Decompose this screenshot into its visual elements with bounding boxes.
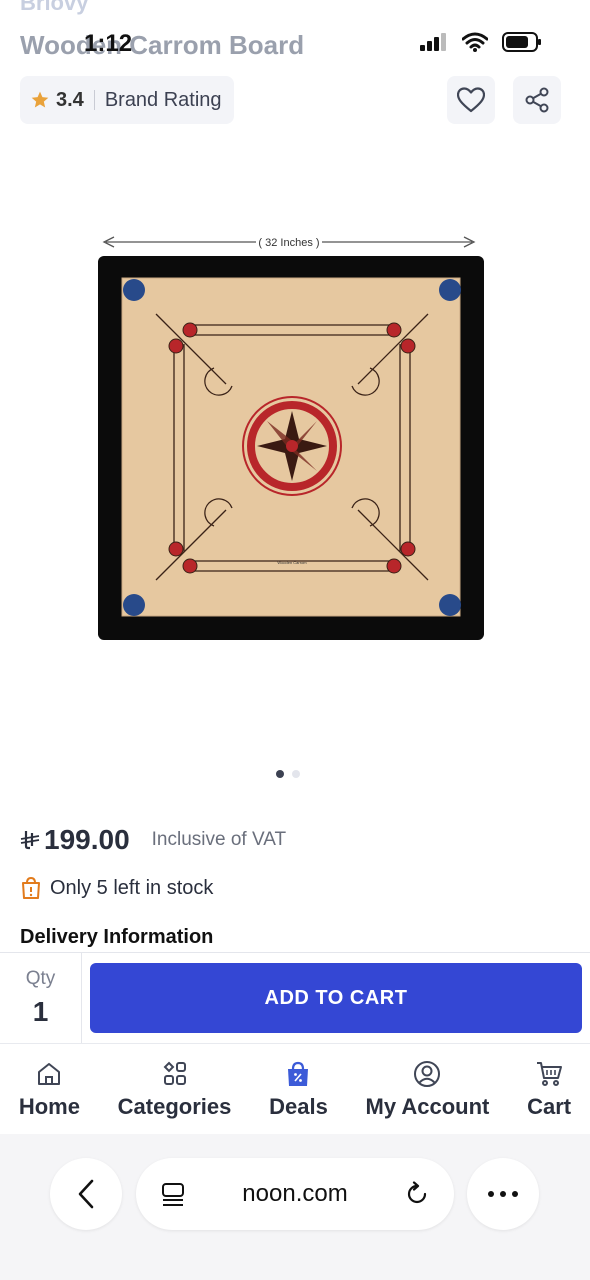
stock-text: Only 5 left in stock [50, 876, 214, 899]
nav-categories[interactable]: Categories [117, 1060, 232, 1120]
nav-home-label: Home [18, 1094, 80, 1119]
tabs-icon [162, 1183, 184, 1206]
more-icon [488, 1191, 518, 1197]
deals-icon [288, 1061, 309, 1086]
board-imprint: Wooden Carrom [277, 560, 307, 565]
rating-label: Brand Rating [104, 88, 222, 111]
brand-name[interactable]: Briovy [20, 0, 88, 16]
nav-categories-label: Categories [117, 1094, 232, 1119]
share-icon [525, 87, 549, 113]
star-icon [31, 91, 49, 108]
browser-toolbar: noon.com [0, 1134, 590, 1280]
reload-icon[interactable] [404, 1181, 430, 1207]
purchase-bar: Qty 1 ADD TO CART [0, 952, 590, 1043]
heart-icon [457, 87, 485, 113]
carousel-dot[interactable] [292, 770, 300, 778]
price-amount: 199.00 [44, 824, 130, 855]
price-row: 199.00 Inclusive of VAT [20, 824, 286, 856]
center-circle [242, 396, 342, 496]
nav-home[interactable]: Home [19, 1060, 80, 1120]
product-image[interactable]: ( 32 Inches ) Wooden Carrom [96, 228, 488, 644]
browser-more-button[interactable] [467, 1158, 539, 1230]
brand-rating-chip[interactable]: 3.4 Brand Rating [20, 76, 234, 124]
image-carousel-dots [276, 770, 300, 778]
battery-icon [502, 32, 541, 52]
back-icon [78, 1179, 94, 1209]
add-to-cart-button[interactable]: ADD TO CART [90, 963, 582, 1033]
delivery-heading: Delivery Information [20, 926, 214, 948]
signal-icon [420, 33, 446, 51]
nav-account[interactable]: My Account [365, 1060, 490, 1120]
dimension-arrow: ( 32 Inches ) [102, 236, 476, 249]
browser-back-button[interactable] [50, 1158, 122, 1230]
wishlist-button[interactable] [447, 76, 495, 124]
address-bar[interactable]: noon.com [136, 1158, 454, 1230]
rating-value: 3.4 [56, 88, 84, 111]
nav-deals[interactable]: Deals [269, 1060, 328, 1120]
vat-note: Inclusive of VAT [151, 829, 287, 850]
qty-label: Qty [25, 968, 56, 989]
qty-value: 1 [32, 996, 49, 1027]
status-time: 1:12 [84, 30, 133, 57]
stock-notice: Only 5 left in stock [20, 876, 213, 900]
cart-icon [537, 1062, 563, 1086]
shopping-bag-icon [22, 876, 40, 899]
rating-divider [93, 90, 95, 110]
product-title: Wooden Carrom Board [20, 30, 305, 60]
nav-cart[interactable]: Cart [527, 1060, 571, 1120]
nav-account-label: My Account [365, 1094, 490, 1119]
quantity-selector[interactable]: Qty 1 [0, 953, 82, 1043]
account-icon [414, 1061, 441, 1087]
bottom-nav: Home Categories Deals My Account Cart [0, 1043, 590, 1133]
categories-icon [163, 1061, 186, 1085]
currency-icon [20, 831, 40, 850]
carousel-dot[interactable] [276, 770, 284, 778]
status-icons [420, 32, 542, 52]
home-icon [38, 1063, 61, 1085]
wifi-icon [462, 32, 488, 52]
nav-deals-label: Deals [269, 1094, 328, 1119]
nav-cart-label: Cart [527, 1094, 572, 1119]
url-text: noon.com [242, 1180, 348, 1207]
dimension-label: ( 32 Inches ) [258, 237, 319, 249]
share-button[interactable] [513, 76, 561, 124]
